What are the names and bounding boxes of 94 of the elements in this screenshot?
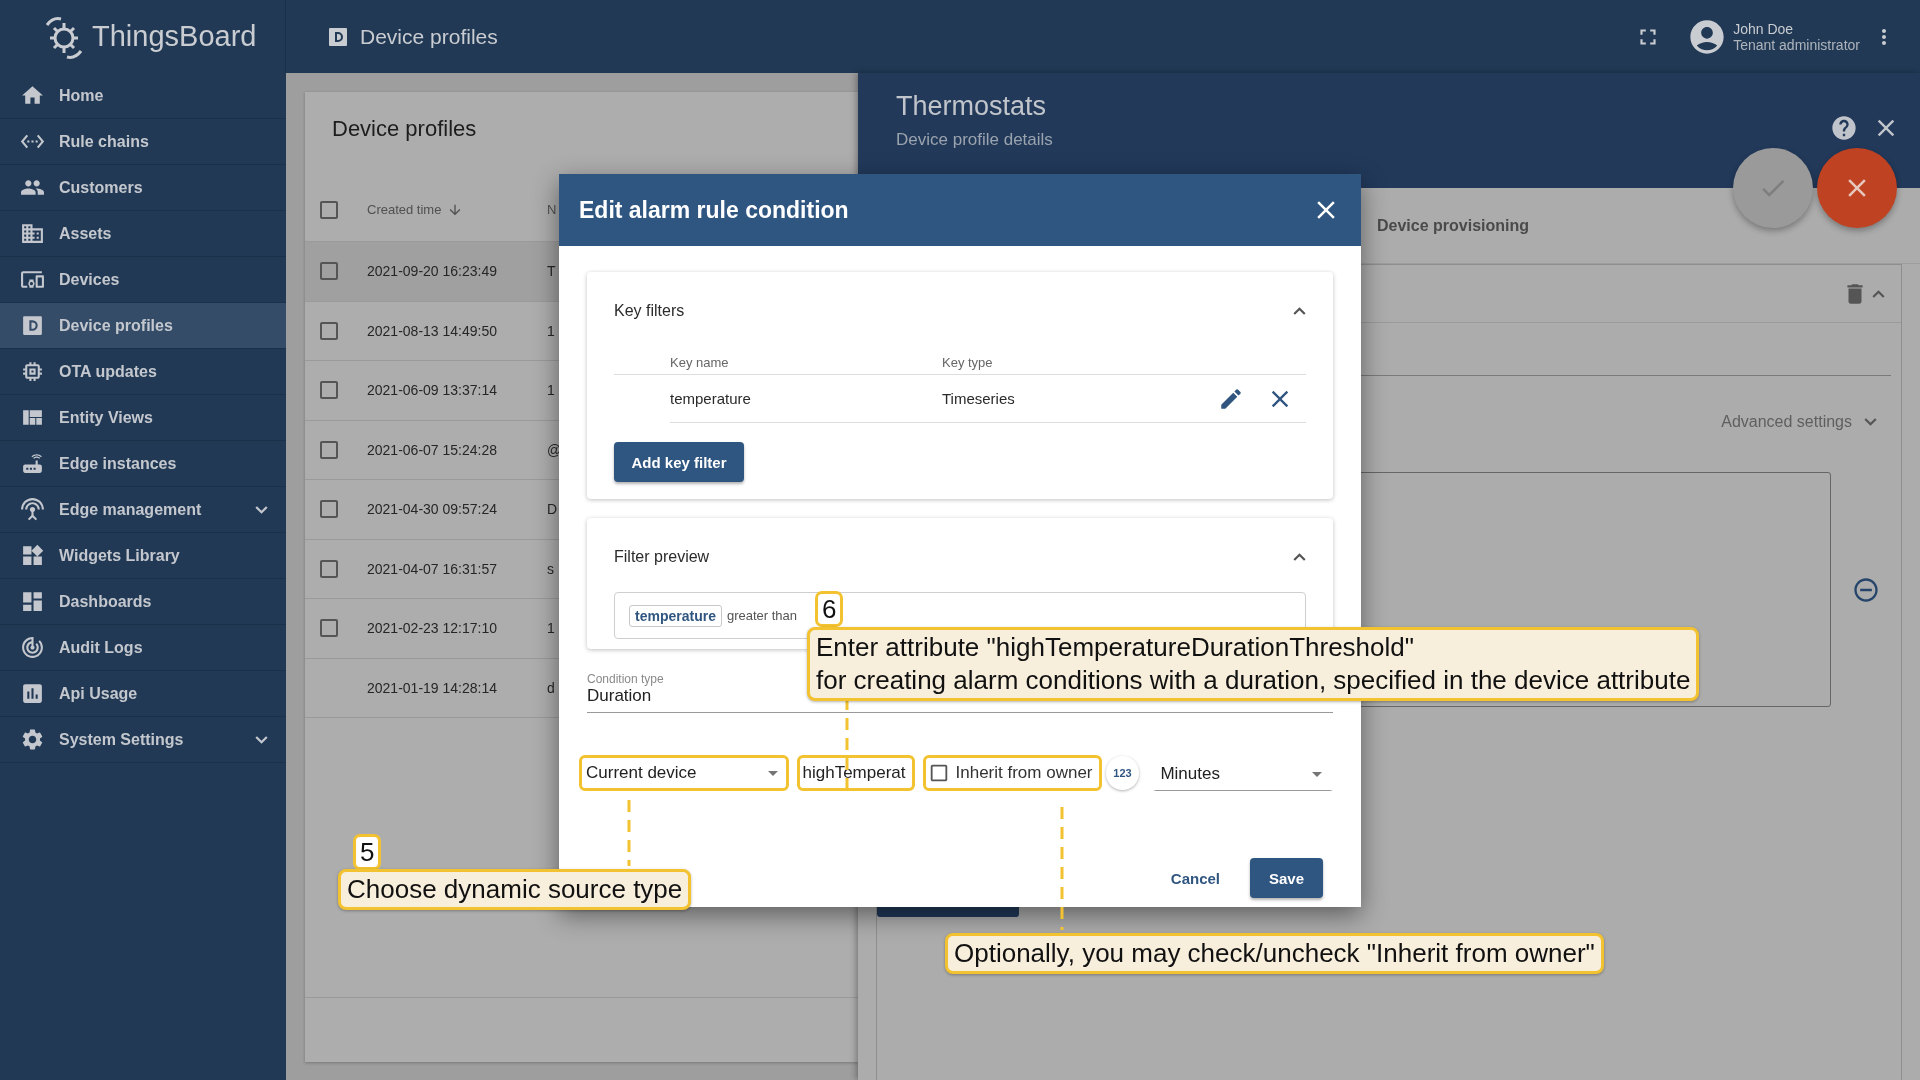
menu-icon bbox=[20, 451, 45, 476]
sidebar-item[interactable]: Entity Views bbox=[0, 395, 286, 441]
table-cell: 1 bbox=[547, 620, 555, 637]
callout-tooltip: Optionally, you may check/uncheck "Inherit from owner" bbox=[945, 933, 1604, 974]
add-key-filter-button[interactable]: Add key filter bbox=[614, 442, 744, 482]
user-name: John Doe bbox=[1733, 20, 1795, 37]
save-button[interactable]: Save bbox=[1250, 858, 1323, 898]
menu-icon bbox=[20, 635, 45, 660]
chevron-down-icon[interactable] bbox=[1864, 418, 1877, 426]
details-subtitle: Device profile details bbox=[896, 130, 1054, 150]
column-header[interactable]: Created time bbox=[367, 201, 464, 218]
page-title: Device profiles bbox=[360, 24, 499, 49]
table-cell: 2021-09-20 16:23:49 bbox=[367, 263, 497, 280]
table-cell: 2021-08-13 14:49:50 bbox=[367, 322, 497, 339]
logo-text: ThingsBoard bbox=[92, 20, 257, 53]
cancel-button[interactable]: Cancel bbox=[1164, 868, 1226, 888]
table-cell-text: Timeseries bbox=[942, 390, 1016, 407]
inherit-checkbox[interactable]: Inherit from owner bbox=[922, 755, 1102, 791]
sidebar-item[interactable]: System Settings bbox=[0, 717, 286, 763]
key-chip: temperature bbox=[629, 604, 722, 627]
input-field[interactable]: highTemperat bbox=[796, 755, 915, 791]
table-cell: s bbox=[547, 560, 554, 577]
chevron-up-icon[interactable] bbox=[1293, 307, 1306, 315]
chevron-up-icon[interactable] bbox=[1293, 553, 1306, 561]
sidebar-label: Widgets Library bbox=[59, 546, 181, 565]
callout-tooltip: Choose dynamic source type bbox=[338, 869, 692, 910]
select-field[interactable]: Current device bbox=[579, 755, 789, 791]
select-field[interactable]: Minutes bbox=[1153, 755, 1333, 791]
callout-tooltip: Enter attribute "highTemperatureDurationThreshold" for creating alarm conditions with a duration, specified in the device attribute bbox=[807, 627, 1700, 701]
dropdown-arrow-icon bbox=[1312, 771, 1322, 777]
menu-icon bbox=[20, 497, 45, 522]
sidebar-item[interactable]: Edge instances bbox=[0, 441, 286, 487]
sidebar-label: Devices bbox=[59, 270, 121, 289]
value-type-toggle[interactable]: 123 bbox=[1105, 756, 1140, 790]
panel-title: Filter preview bbox=[614, 548, 711, 566]
menu-icon bbox=[20, 359, 45, 384]
table-cell: 2021-04-30 09:57:24 bbox=[367, 501, 497, 518]
sidebar-label: Assets bbox=[59, 224, 113, 243]
sidebar-item[interactable]: OTA updates bbox=[0, 349, 286, 395]
sidebar-label: Audit Logs bbox=[59, 638, 144, 657]
table-cell: 1 bbox=[547, 322, 555, 339]
table-cell-text: temperature bbox=[670, 390, 752, 407]
table-cell: 2021-01-19 14:28:14 bbox=[367, 679, 497, 696]
help-icon[interactable] bbox=[1830, 114, 1858, 142]
column-header: Key type bbox=[942, 355, 994, 372]
sidebar-item[interactable]: Home bbox=[0, 73, 286, 119]
sidebar-label: System Settings bbox=[59, 730, 185, 749]
sidebar-label: Home bbox=[59, 86, 105, 105]
panel-title: Key filters bbox=[614, 302, 686, 320]
sidebar-item[interactable]: Rule chains bbox=[0, 119, 286, 165]
table-cell: 2021-02-23 12:17:10 bbox=[367, 620, 497, 637]
table-cell: T bbox=[547, 263, 556, 280]
leader-line bbox=[627, 800, 631, 866]
tab[interactable]: Device provisioning bbox=[1377, 216, 1530, 235]
sidebar-item[interactable]: Dashboards bbox=[0, 579, 286, 625]
sidebar-item[interactable]: Widgets Library bbox=[0, 533, 286, 579]
menu-icon bbox=[20, 727, 45, 752]
column-header: Key name bbox=[670, 355, 730, 372]
dropdown-arrow-icon bbox=[767, 770, 778, 776]
sidebar-item[interactable]: Audit Logs bbox=[0, 625, 286, 671]
sidebar-label: Edge instances bbox=[59, 454, 178, 473]
sidebar-item[interactable]: Device profiles bbox=[0, 303, 286, 349]
step-number: 5 bbox=[353, 834, 382, 870]
profile-icon bbox=[20, 313, 45, 338]
chevron-up-icon[interactable] bbox=[1872, 289, 1885, 298]
details-title: Thermostats bbox=[896, 91, 1048, 122]
sidebar-label: Dashboards bbox=[59, 592, 153, 611]
table-cell: 2021-06-07 15:24:28 bbox=[367, 441, 497, 458]
table-cell: 1 bbox=[547, 382, 555, 399]
menu-icon bbox=[20, 221, 45, 246]
dialog-title: Edit alarm rule condition bbox=[579, 196, 850, 224]
sidebar-label: Rule chains bbox=[59, 132, 150, 151]
sidebar-item[interactable]: Assets bbox=[0, 211, 286, 257]
table-cell: d bbox=[547, 679, 555, 696]
sidebar-label: OTA updates bbox=[59, 362, 158, 381]
card-title: Device profiles bbox=[331, 115, 478, 143]
sidebar-item[interactable]: Edge management bbox=[0, 487, 286, 533]
operation-text: greater than bbox=[726, 608, 798, 623]
sidebar-label: Customers bbox=[59, 178, 144, 197]
sidebar-label: Api Usage bbox=[59, 684, 139, 703]
user-role: Tenant administrator bbox=[1733, 36, 1860, 53]
table-cell: 2021-06-09 13:37:14 bbox=[367, 382, 497, 399]
menu-icon bbox=[20, 543, 45, 568]
menu-icon bbox=[20, 681, 45, 706]
sidebar-label: Edge management bbox=[59, 500, 203, 519]
table-cell: D bbox=[547, 501, 558, 518]
sidebar-label: Device profiles bbox=[59, 316, 174, 335]
step-number: 6 bbox=[815, 591, 844, 627]
sidebar-item[interactable]: Api Usage bbox=[0, 671, 286, 717]
sidebar-label: Entity Views bbox=[59, 408, 154, 427]
remove-icon[interactable] bbox=[1852, 575, 1880, 604]
table-cell: 2021-04-07 16:31:57 bbox=[367, 560, 497, 577]
sidebar-item[interactable]: Customers bbox=[0, 165, 286, 211]
menu-icon bbox=[20, 589, 45, 614]
